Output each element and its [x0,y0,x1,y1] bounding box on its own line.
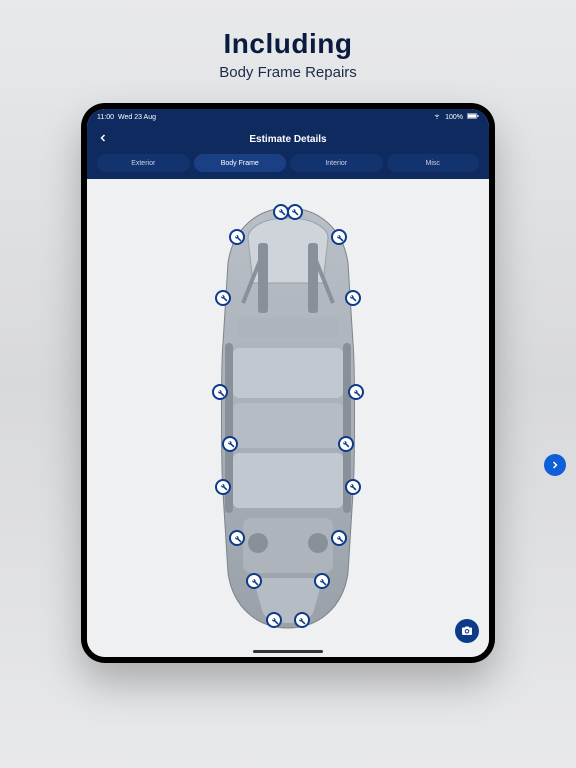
tab-misc[interactable]: Misc [387,154,480,172]
tab-exterior[interactable]: Exterior [97,154,190,172]
back-button[interactable] [97,131,109,147]
tabs: ExteriorBody FrameInteriorMisc [87,153,489,179]
car-frame-diagram [203,203,373,633]
camera-button[interactable] [455,619,479,643]
battery-icon [467,113,479,121]
status-bar: 11:00 Wed 23 Aug 100% [87,109,489,125]
car-body-svg [203,203,373,633]
tablet-frame: 11:00 Wed 23 Aug 100% Estimate Details E… [81,103,495,663]
promo-title: Including [219,28,357,60]
repair-hotspot[interactable] [222,436,238,452]
status-time: 11:00 [97,114,114,121]
repair-hotspot[interactable] [287,204,303,220]
repair-hotspot[interactable] [345,479,361,495]
screen: 11:00 Wed 23 Aug 100% Estimate Details E… [87,109,489,657]
status-battery: 100% [445,114,463,121]
next-slide-button[interactable] [544,454,566,476]
repair-hotspot[interactable] [294,612,310,628]
repair-hotspot[interactable] [215,290,231,306]
tab-body-frame[interactable]: Body Frame [194,154,287,172]
repair-hotspot[interactable] [345,290,361,306]
status-date: Wed 23 Aug [118,114,156,121]
content-area [87,179,489,657]
navbar: Estimate Details [87,125,489,153]
tab-interior[interactable]: Interior [290,154,383,172]
home-indicator [253,650,323,653]
promo-subtitle: Body Frame Repairs [219,64,357,81]
page-title: Estimate Details [249,134,326,145]
repair-hotspot[interactable] [338,436,354,452]
wifi-icon [433,112,441,122]
